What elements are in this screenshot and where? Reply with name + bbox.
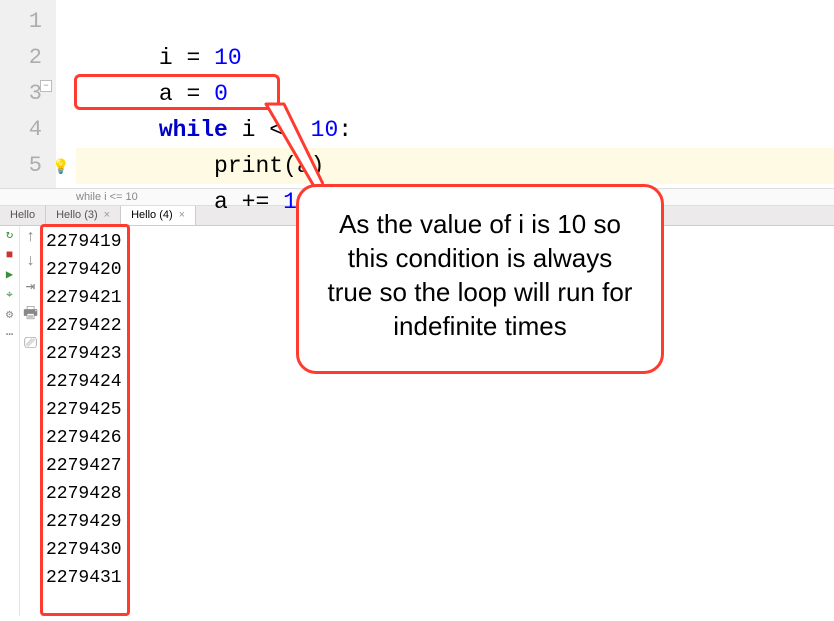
up-icon[interactable]: ↑ [26,228,36,246]
line-number: 3 [6,76,42,112]
clear-icon[interactable]: ⎚ [24,335,37,353]
callout-text: As the value of i is 10 so this conditio… [328,209,633,341]
console-line: 2279427 [46,452,830,480]
code-token: a += [214,189,283,215]
code-editor[interactable]: 1 2 3 4 5 − 💡 i = 10 a = 0 while i <= 10… [0,0,834,188]
more-icon[interactable]: ⋯ [3,328,17,342]
code-token [159,189,214,215]
tab-hello[interactable]: Hello [0,206,46,225]
console-line: 2279430 [46,536,830,564]
code-token: while [159,117,228,143]
console-line: 2279429 [46,508,830,536]
console-line: 2279428 [46,480,830,508]
code-token: i [159,45,173,71]
line-number: 5 [6,148,42,184]
code-token: print [214,153,283,179]
code-token: i <= [228,117,311,143]
tab-label: Hello [10,209,35,221]
stop-icon[interactable]: ■ [3,248,17,262]
console-line: 2279426 [46,424,830,452]
code-token: 10 [311,117,339,143]
annotation-callout: As the value of i is 10 so this conditio… [296,184,664,374]
code-token [159,153,214,179]
code-token: 0 [214,81,228,107]
code-token: 10 [214,45,242,71]
wrap-icon[interactable]: ⇥ [26,276,36,296]
code-token: : [338,117,352,143]
code-line: i = 10 [76,4,834,40]
line-number: 2 [6,40,42,76]
console-line: 2279431 [46,564,830,592]
console-tool-column: ↑ ↓ ⇥ 🖶 ⎚ [20,226,42,616]
line-number: 4 [6,112,42,148]
code-area[interactable]: − 💡 i = 10 a = 0 while i <= 10: print(a)… [56,0,834,188]
fold-icon[interactable]: − [40,80,52,92]
bug-icon[interactable]: ⌖ [3,288,17,302]
lightbulb-icon[interactable]: 💡 [52,150,66,164]
code-token: 1 [283,189,297,215]
code-token: a [159,81,173,107]
line-number: 1 [6,4,42,40]
console-line: 2279425 [46,396,830,424]
line-number-gutter: 1 2 3 4 5 [0,0,56,188]
code-token: = [173,81,214,107]
play-icon[interactable]: ▶ [3,268,17,282]
print-icon[interactable]: 🖶 [23,302,38,329]
rerun-icon[interactable]: ↻ [3,228,17,242]
code-token: = [173,45,214,71]
run-tool-column: ↻ ■ ▶ ⌖ ⚙ ⋯ [0,226,20,616]
code-token: (a) [283,153,324,179]
gear-icon[interactable]: ⚙ [3,308,17,322]
down-icon[interactable]: ↓ [26,252,36,270]
